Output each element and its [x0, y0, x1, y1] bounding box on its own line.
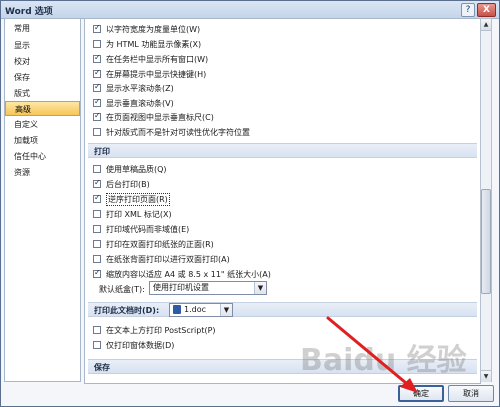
option-row[interactable]: 在屏幕提示中显示快捷键(H) — [93, 68, 206, 80]
option-label: 以字符宽度为度量单位(W) — [106, 24, 201, 34]
checkbox[interactable] — [93, 255, 101, 263]
option-label: 后台打印(B) — [106, 179, 150, 189]
cancel-button[interactable]: 取消 — [448, 385, 494, 402]
option-row[interactable]: 缩放内容以适应 A4 或 8.5 x 11" 纸张大小(A) — [93, 268, 271, 280]
checkbox[interactable] — [93, 268, 101, 278]
option-row[interactable]: 为 HTML 功能显示像素(X) — [93, 38, 201, 50]
watermark: Baidu 经验 — [300, 335, 467, 379]
nav-item-common[interactable]: 常用 — [5, 21, 80, 36]
checkbox[interactable] — [93, 225, 101, 233]
option-row[interactable]: 逆序打印页面(R) — [93, 192, 170, 206]
nav-item-trust-center[interactable]: 信任中心 — [5, 149, 80, 164]
nav-item-layout[interactable]: 版式 — [5, 86, 80, 101]
option-row[interactable]: 在文本上方打印 PostScript(P) — [93, 324, 216, 336]
nav-item-display[interactable]: 显示 — [5, 38, 80, 53]
option-label: 在文本上方打印 PostScript(P) — [106, 325, 216, 335]
checkbox[interactable] — [93, 82, 101, 92]
checkbox[interactable] — [93, 341, 101, 349]
checkbox[interactable] — [93, 68, 101, 78]
nav-item-proofing[interactable]: 校对 — [5, 54, 80, 69]
option-row[interactable]: 在页面视图中显示垂直标尺(C) — [93, 111, 214, 123]
title-bar: Word 选项 ? X — [1, 1, 499, 19]
document-dropdown[interactable]: 1.doc ▼ — [169, 303, 233, 317]
option-row[interactable]: 仅打印窗体数据(D) — [93, 339, 174, 351]
advanced-options-panel: 以字符宽度为度量单位(W) 为 HTML 功能显示像素(X) 在任务栏中显示所有… — [84, 18, 481, 384]
option-label: 显示垂直滚动条(V) — [106, 98, 174, 108]
section-title: 打印此文档时(D): — [94, 306, 160, 315]
option-label: 打印 XML 标记(X) — [106, 209, 172, 219]
nav-item-customize[interactable]: 自定义 — [5, 117, 80, 132]
checkbox[interactable] — [93, 23, 101, 33]
checkbox[interactable] — [93, 193, 101, 203]
checkbox[interactable] — [93, 97, 101, 107]
help-button[interactable]: ? — [461, 3, 475, 17]
option-label: 在任务栏中显示所有窗口(W) — [106, 54, 209, 64]
dialog-title: Word 选项 — [5, 7, 53, 17]
watermark-text: Baidu 经验 — [300, 343, 467, 378]
option-row[interactable]: 以字符宽度为度量单位(W) — [93, 23, 200, 35]
checkbox[interactable] — [93, 40, 101, 48]
option-label: 为 HTML 功能显示像素(X) — [106, 39, 202, 49]
option-label: 打印域代码而非域值(E) — [106, 224, 190, 234]
checkbox[interactable] — [93, 111, 101, 121]
close-button[interactable]: X — [477, 3, 496, 17]
scroll-down-icon[interactable]: ▼ — [481, 370, 491, 382]
checkbox[interactable] — [93, 53, 101, 63]
option-label: 打印在双面打印纸张的正面(R) — [106, 239, 214, 249]
nav-item-addins[interactable]: 加载项 — [5, 133, 80, 148]
section-header-print: 打印 — [88, 143, 477, 158]
nav-item-save[interactable]: 保存 — [5, 70, 80, 85]
option-label: 显示水平滚动条(Z) — [106, 83, 174, 93]
nav-item-advanced[interactable]: 高级 — [5, 101, 80, 116]
option-row[interactable]: 在任务栏中显示所有窗口(W) — [93, 53, 208, 65]
option-label: 仅打印窗体数据(D) — [106, 340, 175, 350]
option-label: 在纸张背面打印以进行双面打印(A) — [106, 254, 230, 264]
options-nav: 常用 显示 校对 保存 版式 高级 自定义 加载项 信任中心 资源 — [4, 18, 81, 382]
option-label: 针对版式而不是针对可读性优化字符位置 — [106, 127, 250, 137]
option-row[interactable]: 针对版式而不是针对可读性优化字符位置 — [93, 126, 250, 138]
tray-dropdown[interactable]: 使用打印机设置 ▼ — [149, 281, 267, 295]
section-header-print-document: 打印此文档时(D): — [88, 302, 477, 317]
option-row[interactable]: 显示水平滚动条(Z) — [93, 82, 174, 94]
nav-item-resources[interactable]: 资源 — [5, 165, 80, 180]
chevron-down-icon[interactable]: ▼ — [220, 304, 232, 316]
chevron-down-icon[interactable]: ▼ — [254, 282, 266, 294]
checkbox[interactable] — [93, 210, 101, 218]
scroll-up-icon[interactable]: ▲ — [481, 19, 491, 31]
option-row[interactable]: 打印在双面打印纸张的正面(R) — [93, 238, 214, 250]
option-row[interactable]: 使用草稿品质(Q) — [93, 163, 167, 175]
option-row[interactable]: 打印 XML 标记(X) — [93, 208, 172, 220]
checkbox[interactable] — [93, 240, 101, 248]
document-value: 1.doc — [184, 305, 207, 314]
option-label: 在屏幕提示中显示快捷键(H) — [106, 69, 207, 79]
option-label: 在页面视图中显示垂直标尺(C) — [106, 112, 214, 122]
tray-value: 使用打印机设置 — [153, 283, 209, 292]
option-row[interactable]: 在纸张背面打印以进行双面打印(A) — [93, 253, 230, 265]
option-row[interactable]: 后台打印(B) — [93, 178, 150, 190]
option-label: 缩放内容以适应 A4 或 8.5 x 11" 纸张大小(A) — [106, 269, 271, 279]
scrollbar-thumb[interactable] — [481, 189, 491, 294]
checkbox[interactable] — [93, 178, 101, 188]
tray-label: 默认纸盒(T): — [99, 284, 145, 294]
vertical-scrollbar[interactable]: ▲ ▼ — [480, 18, 492, 382]
checkbox[interactable] — [93, 326, 101, 334]
checkbox[interactable] — [93, 165, 101, 173]
tray-row: 默认纸盒(T): — [99, 283, 145, 295]
option-label: 使用草稿品质(Q) — [106, 164, 167, 174]
option-label: 逆序打印页面(R) — [106, 192, 170, 206]
ok-button[interactable]: 确定 — [398, 385, 444, 402]
checkbox[interactable] — [93, 128, 101, 136]
option-row[interactable]: 显示垂直滚动条(V) — [93, 97, 174, 109]
document-icon — [173, 305, 181, 314]
option-row[interactable]: 打印域代码而非域值(E) — [93, 223, 189, 235]
